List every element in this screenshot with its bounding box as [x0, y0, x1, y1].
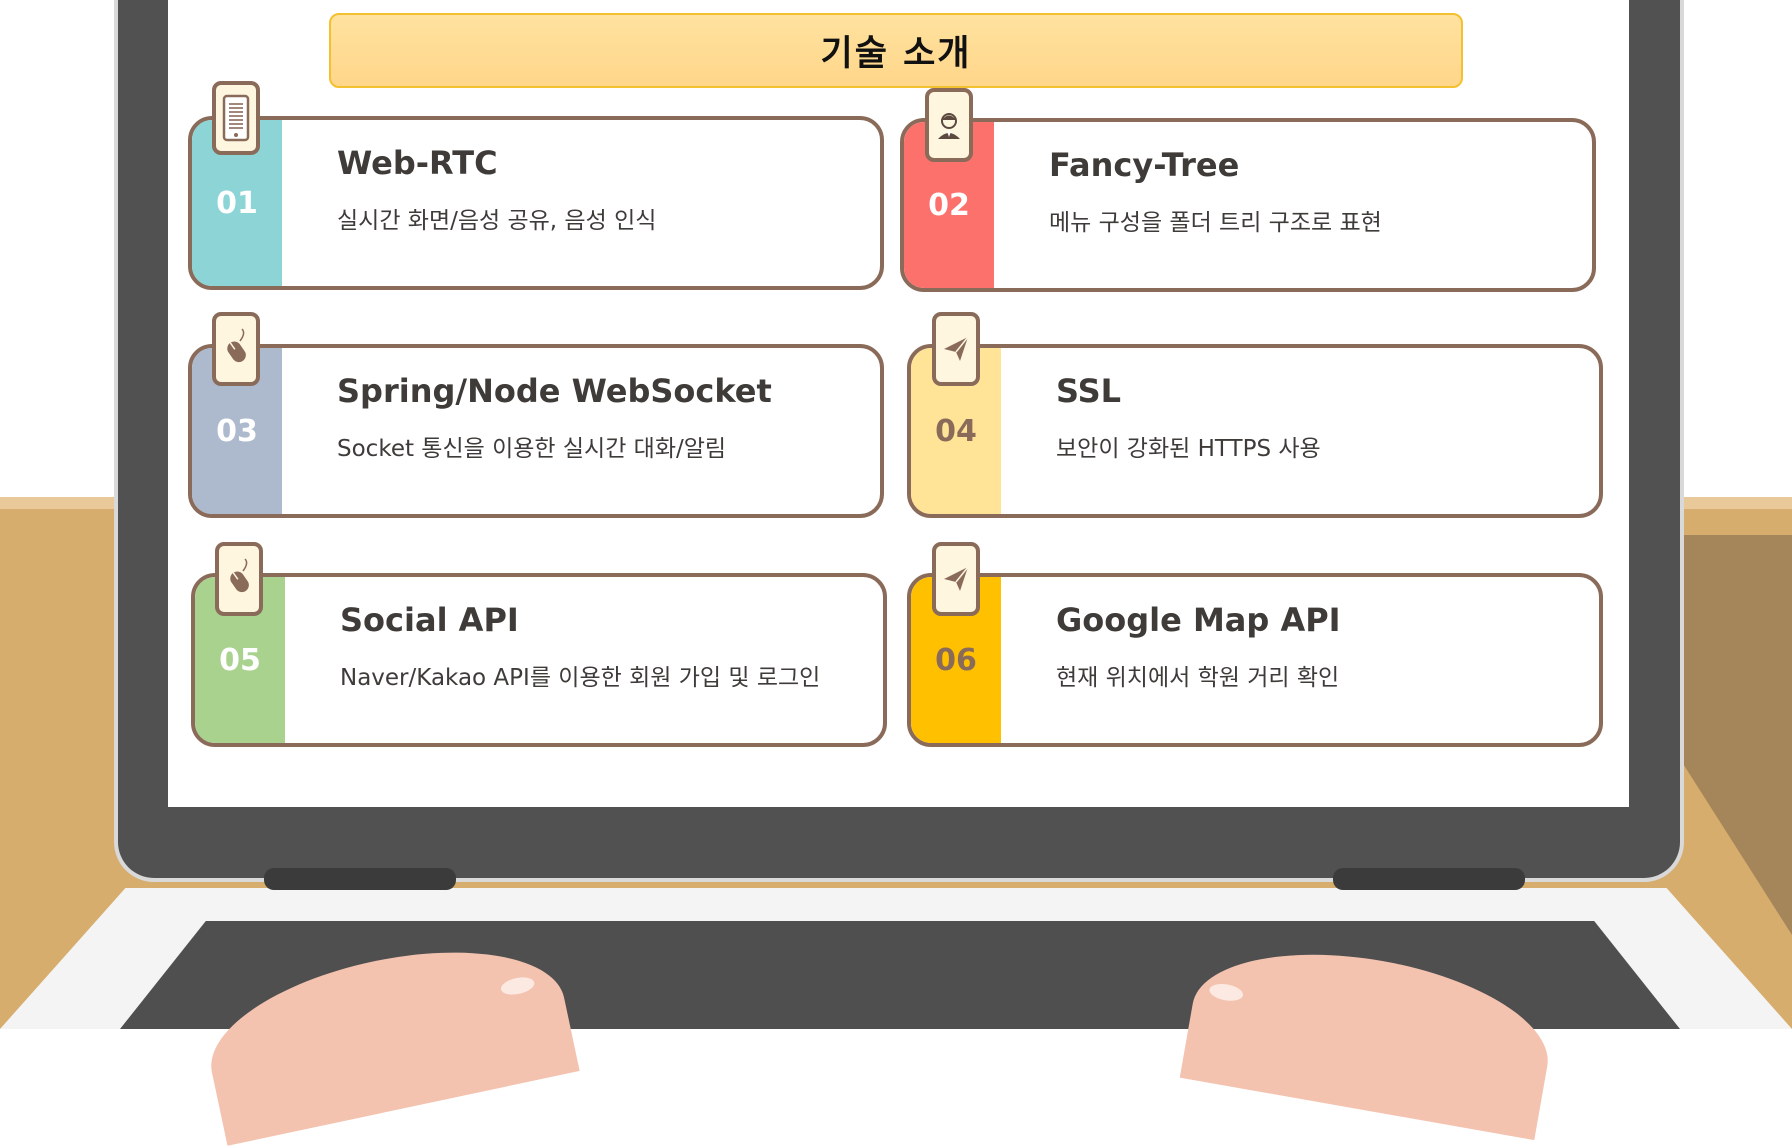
- tech-card-05: 05 Social API Naver/Kakao API를 이용한 회원 가입…: [191, 573, 887, 747]
- tech-card-06: 06 Google Map API 현재 위치에서 학원 거리 확인: [907, 573, 1603, 747]
- phone-icon: [212, 81, 260, 155]
- page-title: 기술 소개: [820, 34, 972, 74]
- paper-plane-icon: [932, 542, 980, 616]
- mouse-icon: [212, 312, 260, 386]
- card-description: Naver/Kakao API를 이용한 회원 가입 및 로그인: [340, 665, 821, 691]
- tech-card-01: 01 Web-RTC 실시간 화면/음성 공유, 음성 인식: [188, 116, 884, 290]
- user-icon: [925, 88, 973, 162]
- card-description: 실시간 화면/음성 공유, 음성 인식: [337, 208, 657, 234]
- card-title: SSL: [1056, 372, 1122, 410]
- card-title: Google Map API: [1056, 601, 1341, 639]
- tech-card-03: 03 Spring/Node WebSocket Socket 통신을 이용한 …: [188, 344, 884, 518]
- tech-card-04: 04 SSL 보안이 강화된 HTTPS 사용: [907, 344, 1603, 518]
- card-description: Socket 통신을 이용한 실시간 대화/알림: [337, 436, 727, 462]
- mouse-icon: [215, 542, 263, 616]
- card-description: 보안이 강화된 HTTPS 사용: [1056, 436, 1321, 462]
- card-description: 메뉴 구성을 폴더 트리 구조로 표현: [1049, 210, 1382, 236]
- title-banner: 기술 소개: [329, 13, 1463, 88]
- card-title: Web-RTC: [337, 144, 498, 182]
- card-description: 현재 위치에서 학원 거리 확인: [1056, 665, 1340, 691]
- card-title: Spring/Node WebSocket: [337, 372, 772, 410]
- card-title: Social API: [340, 601, 519, 639]
- paper-plane-icon: [932, 312, 980, 386]
- laptop-hinge-left: [264, 868, 456, 890]
- laptop-hinge-right: [1333, 868, 1525, 890]
- card-title: Fancy-Tree: [1049, 146, 1240, 184]
- tech-card-02: 02 Fancy-Tree 메뉴 구성을 폴더 트리 구조로 표현: [900, 118, 1596, 292]
